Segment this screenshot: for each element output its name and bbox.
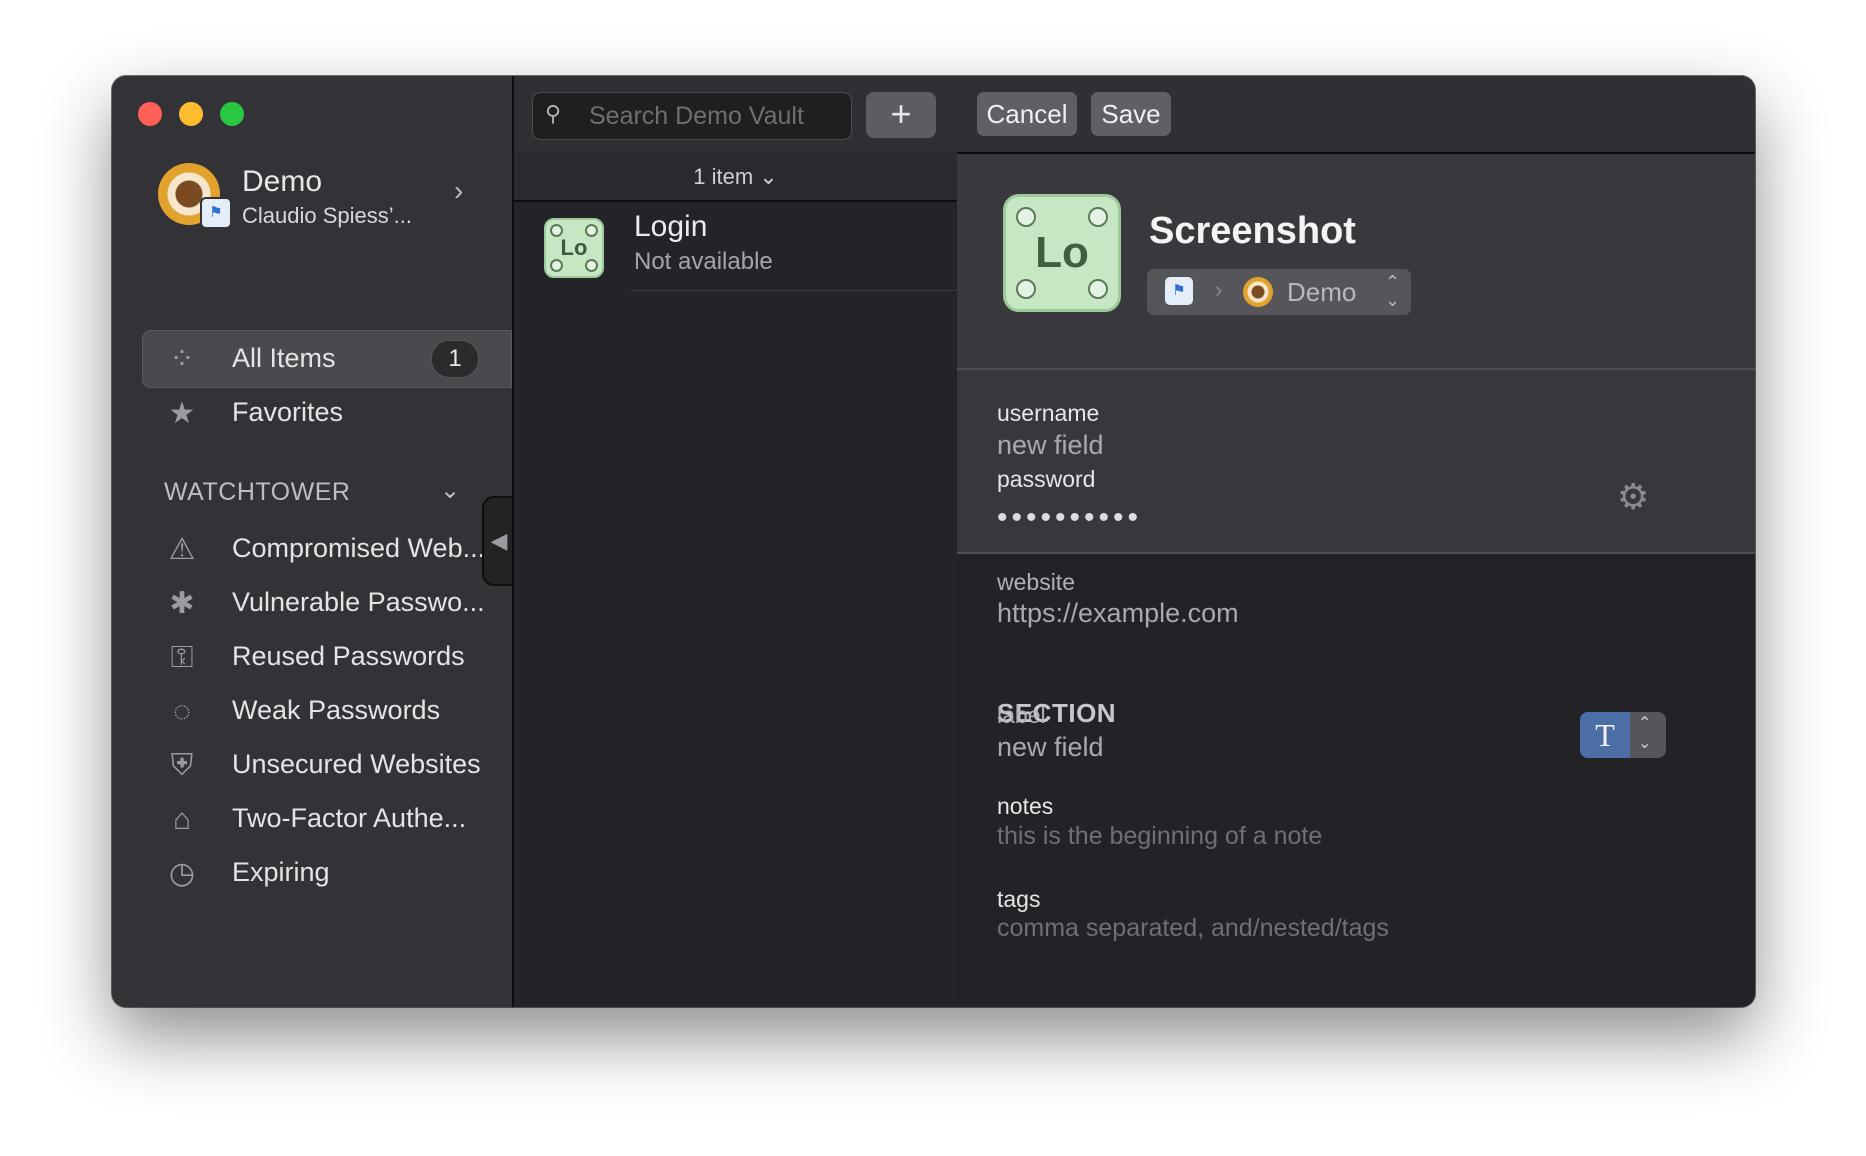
chevron-down-icon[interactable]: ⌄ (440, 476, 460, 505)
account-subtitle: Claudio Spiess’... (242, 203, 412, 228)
sidebar-item-two-factor[interactable]: ⌂ Two-Factor Authe... (142, 790, 512, 848)
gear-icon[interactable]: ⚙ (1617, 476, 1649, 518)
sidebar-item-all-items[interactable]: ⁘ All Items 1 (142, 330, 512, 388)
item-title-field[interactable]: Screenshot (1149, 210, 1356, 253)
vault-name: Demo (1287, 277, 1357, 307)
account-switcher[interactable]: ⚑ Demo Claudio Spiess’... › (158, 163, 498, 233)
sidebar-item-vulnerable-passwords[interactable]: ✱ Vulnerable Passwo... (142, 574, 512, 632)
password-field[interactable]: •••••••••• (997, 503, 1142, 533)
account-flag-icon: ⚑ (200, 197, 232, 229)
custom-field-label[interactable]: label (997, 702, 1046, 729)
sidebar-item-label: Favorites (232, 397, 344, 427)
sidebar-item-label: All Items (232, 343, 336, 373)
window-controls (138, 102, 244, 126)
list-item[interactable]: Lo Login Not available (514, 202, 957, 291)
collapse-sidebar-button[interactable]: ◀ (482, 496, 514, 586)
sidebar-item-label: Weak Passwords (232, 695, 441, 725)
item-list-panel: ⚲ + 1 item ⌄ Lo Login Not available (512, 76, 959, 1007)
sidebar-item-label: Compromised Web... (232, 533, 486, 563)
add-item-button[interactable]: + (866, 92, 936, 138)
item-icon-text: Lo (1035, 228, 1089, 277)
star-icon: ★ (168, 397, 196, 430)
account-name: Demo (242, 165, 323, 198)
sidebar-item-favorites[interactable]: ★ Favorites (142, 384, 512, 442)
vault-avatar (1243, 277, 1273, 307)
zoom-window-button[interactable] (220, 102, 244, 126)
list-item-subtitle: Not available (634, 248, 773, 275)
sidebar-item-reused-passwords[interactable]: ⚿ Reused Passwords (142, 628, 512, 686)
save-button[interactable]: Save (1091, 92, 1171, 136)
detail-toolbar: Cancel Save (957, 76, 1755, 154)
username-label: username (997, 400, 1100, 426)
sidebar-item-unsecured-websites[interactable]: ⛨ Unsecured Websites (142, 736, 512, 794)
keys-icon: ⚿ (170, 641, 194, 674)
notes-field[interactable]: this is the beginning of a note (997, 822, 1322, 851)
thumbnail-text: Lo (560, 235, 588, 260)
item-icon[interactable]: Lo (1003, 194, 1121, 312)
minimize-window-button[interactable] (179, 102, 203, 126)
shield-x-icon: ⛨ (170, 749, 194, 782)
all-items-icon: ⁘ (169, 343, 195, 376)
divider (630, 290, 957, 291)
vulnerable-key-icon: ✱ (169, 587, 195, 620)
warning-icon: ⚠ (168, 533, 196, 566)
custom-field-value[interactable]: new field (997, 732, 1104, 763)
close-window-button[interactable] (138, 102, 162, 126)
sidebar-item-label: Expiring (232, 857, 330, 887)
list-item-title: Login (634, 210, 708, 243)
sidebar-item-expiring[interactable]: ◷ Expiring (142, 844, 512, 902)
password-label: password (997, 466, 1096, 492)
tags-field[interactable]: comma separated, and/nested/tags (997, 914, 1389, 943)
notes-label: notes (997, 793, 1054, 819)
item-count-label[interactable]: 1 item ⌄ (514, 164, 957, 190)
login-thumbnail-icon: Lo (544, 218, 604, 278)
app-window: ⚑ Demo Claudio Spiess’... › ⁘ All Items … (112, 76, 1755, 1007)
chevron-left-icon: ◀ (490, 528, 508, 553)
cancel-button[interactable]: Cancel (977, 92, 1077, 136)
item-detail-panel: Cancel Save Lo Screenshot ⚑ › Demo ⌃ ⌄ us… (957, 76, 1755, 1007)
chevron-right-icon: › (1215, 277, 1223, 302)
two-factor-icon: ⌂ (172, 803, 192, 836)
account-flag-icon: ⚑ (1165, 277, 1193, 305)
search-icon[interactable]: ⚲ (545, 101, 585, 127)
list-toolbar: ⚲ + (514, 76, 957, 152)
tags-label: tags (997, 886, 1041, 912)
sidebar-item-weak-passwords[interactable]: ◌ Weak Passwords (142, 682, 512, 740)
website-label: website (997, 569, 1075, 595)
item-count-sort-menu[interactable]: 1 item ⌄ (514, 152, 957, 202)
website-field[interactable]: https://example.com (997, 598, 1239, 629)
sidebar-item-label: Reused Passwords (232, 641, 465, 671)
weak-ring-icon: ◌ (173, 695, 191, 728)
username-field[interactable]: new field (997, 430, 1104, 461)
search-field[interactable]: ⚲ (532, 92, 852, 140)
sidebar-item-label: Unsecured Websites (232, 749, 481, 779)
sidebar-item-label: Vulnerable Passwo... (232, 587, 485, 617)
vault-picker[interactable]: ⚑ › Demo ⌃ ⌄ (1147, 269, 1411, 315)
stepper-icon: ⌃ ⌄ (1385, 272, 1401, 310)
text-type-icon: T (1580, 712, 1630, 758)
sidebar-item-compromised-websites[interactable]: ⚠ Compromised Web... (142, 520, 512, 578)
item-count-badge: 1 (431, 340, 479, 378)
watchtower-header[interactable]: WATCHTOWER (164, 478, 350, 507)
clock-icon: ◷ (168, 857, 196, 890)
search-input[interactable] (587, 99, 841, 133)
chevron-right-icon[interactable]: › (454, 175, 463, 207)
sidebar-item-label: Two-Factor Authe... (232, 803, 467, 833)
stepper-icon: ⌃ ⌄ (1638, 715, 1652, 752)
field-type-picker[interactable]: T ⌃ ⌄ (1580, 712, 1666, 758)
sidebar: ⚑ Demo Claudio Spiess’... › ⁘ All Items … (112, 76, 514, 1007)
